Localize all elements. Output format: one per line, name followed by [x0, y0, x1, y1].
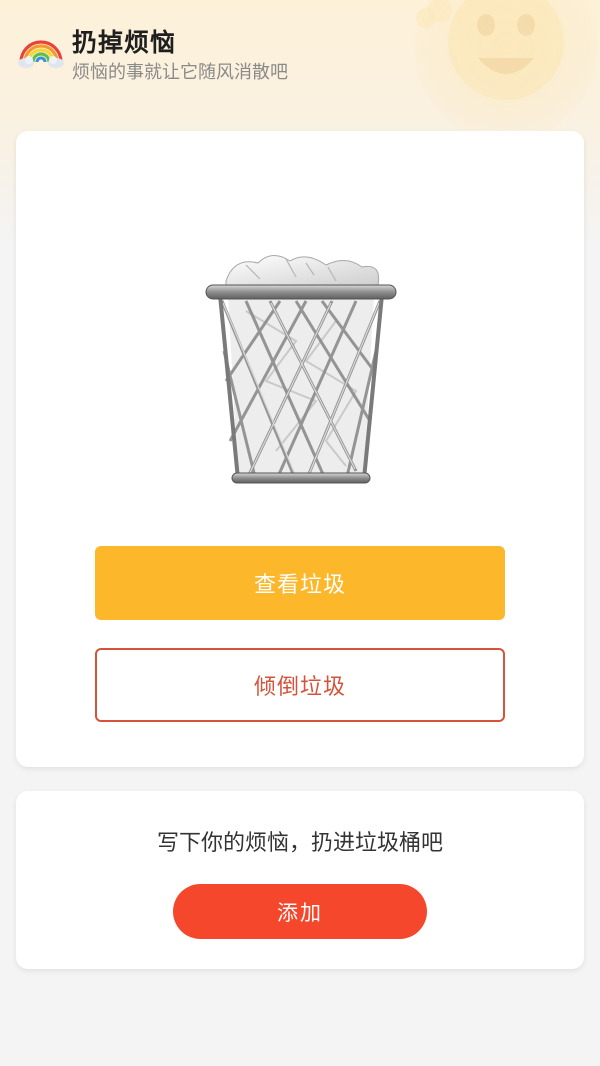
add-worry-prompt: 写下你的烦恼，扔进垃圾桶吧 — [156, 831, 443, 856]
add-worry-button[interactable]: 添加 — [173, 884, 427, 939]
sun-face-icon — [414, 0, 598, 130]
page-subtitle: 烦恼的事就让它随风消散吧 — [72, 62, 288, 83]
rainbow-icon — [18, 40, 64, 68]
add-worry-card: 写下你的烦恼，扔进垃圾桶吧 添加 — [16, 791, 584, 969]
page-header: 扔掉烦恼 烦恼的事就让它随风消散吧 — [0, 0, 600, 130]
view-trash-button[interactable]: 查看垃圾 — [95, 546, 505, 620]
wire-trash-can-icon[interactable] — [186, 251, 416, 513]
dump-trash-button[interactable]: 倾倒垃圾 — [95, 648, 505, 722]
trash-can-card: 查看垃圾 倾倒垃圾 — [16, 131, 584, 767]
page-title: 扔掉烦恼 — [72, 28, 177, 57]
